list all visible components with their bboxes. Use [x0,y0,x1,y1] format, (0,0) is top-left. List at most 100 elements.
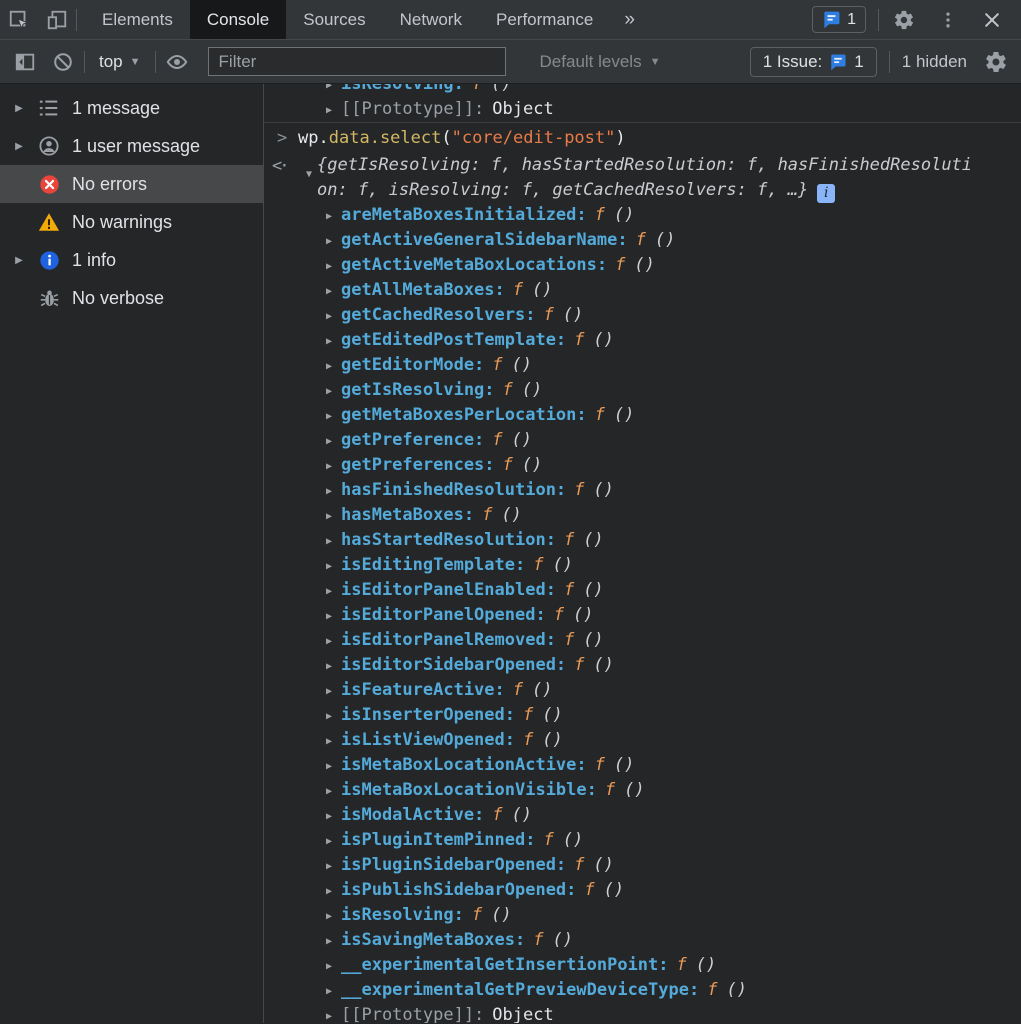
command-token-prop: data [329,128,370,148]
expand-arrow-icon[interactable]: ▶ [326,379,341,404]
expand-arrow-icon[interactable]: ▶ [326,98,341,122]
chevron-down-icon: ▼ [130,56,141,68]
expand-arrow-icon[interactable]: ▶ [326,579,341,604]
close-devtools-button[interactable] [973,10,1011,30]
function-glyph: f [543,830,553,850]
expand-arrow-icon[interactable]: ▶ [326,529,341,554]
user-icon [38,135,60,157]
clear-console-button[interactable] [46,45,80,79]
expand-arrow-icon[interactable]: ▶ [326,854,341,879]
live-expression-button[interactable] [160,45,194,79]
tab-elements[interactable]: Elements [85,0,190,39]
function-parens: () [593,480,613,500]
function-glyph: f [605,780,615,800]
object-property-row: ▶getEditedPostTemplate:f() [264,328,1021,353]
sidebar-item-1-info[interactable]: ▶1 info [0,241,263,279]
sidebar-item-1-message[interactable]: ▶1 message [0,89,263,127]
function-parens: () [593,855,613,875]
expand-arrow-icon[interactable]: ▶ [326,329,341,354]
info-icon[interactable]: i [817,184,835,203]
issue-counter-button[interactable]: 1 Issue: 1 [750,47,877,77]
collapse-arrow-icon[interactable]: ▼ [306,162,312,187]
function-parens: () [532,280,552,300]
tab-console[interactable]: Console [190,0,286,39]
issues-badge[interactable]: 1 [812,6,866,33]
console-settings-button[interactable] [979,45,1013,79]
expand-arrow-icon[interactable]: ▶ [326,754,341,779]
expand-arrow-icon[interactable]: ▶ [326,229,341,254]
function-parens: () [501,505,521,525]
expand-arrow-icon[interactable]: ▶ [326,829,341,854]
expand-arrow-icon[interactable]: ▶ [326,879,341,904]
devtools-tabbar: ElementsConsoleSourcesNetworkPerformance… [0,0,1021,40]
device-toolbar-button[interactable] [38,0,76,39]
function-glyph: f [574,330,584,350]
sidebar-item-no-warnings[interactable]: No warnings [0,203,263,241]
expand-arrow-icon[interactable]: ▶ [326,929,341,954]
sidebar-item-no-errors[interactable]: No errors [0,165,263,203]
expand-arrow-icon[interactable]: ▶ [326,629,341,654]
log-levels-dropdown[interactable]: Default levels ▼ [540,52,661,72]
divider [889,51,890,73]
expand-arrow-icon[interactable]: ▶ [326,304,341,329]
expand-arrow-icon[interactable]: ▶ [326,1004,341,1023]
sidebar-item-label: No errors [72,174,147,195]
object-preview[interactable]: {getIsResolving: f, hasStartedResolution… [317,153,1021,203]
function-parens: () [583,530,603,550]
sidebar-item-label: No warnings [72,212,172,233]
expand-arrow-icon[interactable]: ▶ [326,804,341,829]
function-glyph: f [523,705,533,725]
console-sidebar-toggle-button[interactable] [8,45,42,79]
expand-arrow-icon[interactable]: ▶ [326,254,341,279]
expand-arrow-icon[interactable]: ▶ [0,103,30,114]
gear-icon [984,50,1008,74]
tab-sources[interactable]: Sources [286,0,382,39]
object-property-row: ▶isModalActive:f() [264,803,1021,828]
tab-performance[interactable]: Performance [479,0,610,39]
console-filter-input[interactable] [208,47,506,76]
more-tabs-button[interactable]: » [610,0,649,39]
expand-arrow-icon[interactable]: ▶ [326,354,341,379]
expand-arrow-icon[interactable]: ▶ [326,954,341,979]
command-token-string: "core/edit-post" [452,128,616,148]
expand-arrow-icon[interactable]: ▶ [326,479,341,504]
object-property-row: ▶isFeatureActive:f() [264,678,1021,703]
javascript-context-selector[interactable]: top ▼ [89,52,151,72]
console-main: ▶1 message▶1 user message No errors No war… [0,84,1021,1023]
expand-arrow-icon[interactable]: ▶ [326,404,341,429]
function-glyph: f [543,305,553,325]
expand-arrow-icon[interactable]: ▶ [326,679,341,704]
expand-arrow-icon[interactable]: ▶ [0,141,30,152]
expand-arrow-icon[interactable]: ▶ [326,204,341,229]
prototype-row: ▶[[Prototype]]:Object [264,1003,1021,1023]
prototype-label: [[Prototype]]: [341,99,484,119]
expand-arrow-icon[interactable]: ▶ [326,979,341,1004]
expand-arrow-icon[interactable]: ▶ [326,504,341,529]
inspect-element-button[interactable] [0,0,38,39]
expand-arrow-icon[interactable]: ▶ [326,654,341,679]
sidebar-item-no-verbose[interactable]: No verbose [0,279,263,317]
property-name: __experimentalGetPreviewDeviceType: [341,980,699,1000]
expand-arrow-icon[interactable]: ▶ [326,279,341,304]
settings-button[interactable] [885,9,923,31]
object-properties-list: ▶areMetaBoxesInitialized:f() ▶getActiveG… [264,203,1021,1003]
object-property-row: ▶getPreference:f() [264,428,1021,453]
more-options-button[interactable] [929,10,967,30]
object-property-row: ▶getEditorMode:f() [264,353,1021,378]
expand-arrow-icon[interactable]: ▶ [326,729,341,754]
expand-arrow-icon[interactable]: ▶ [326,604,341,629]
expand-arrow-icon[interactable]: ▶ [326,429,341,454]
expand-arrow-icon[interactable]: ▶ [326,454,341,479]
sidebar-item-1-user-message[interactable]: ▶1 user message [0,127,263,165]
expand-arrow-icon[interactable]: ▶ [326,779,341,804]
toolbar-right-controls: 1 Issue: 1 1 hidden [750,45,1013,79]
tab-network[interactable]: Network [383,0,479,39]
expand-arrow-icon[interactable]: ▶ [326,554,341,579]
property-name: isEditingTemplate: [341,555,525,575]
expand-arrow-icon[interactable]: ▶ [326,84,341,98]
expand-arrow-icon[interactable]: ▶ [0,255,30,266]
object-property-row: ▶getAllMetaBoxes:f() [264,278,1021,303]
expand-arrow-icon[interactable]: ▶ [326,904,341,929]
expand-arrow-icon[interactable]: ▶ [326,704,341,729]
function-parens: () [583,580,603,600]
